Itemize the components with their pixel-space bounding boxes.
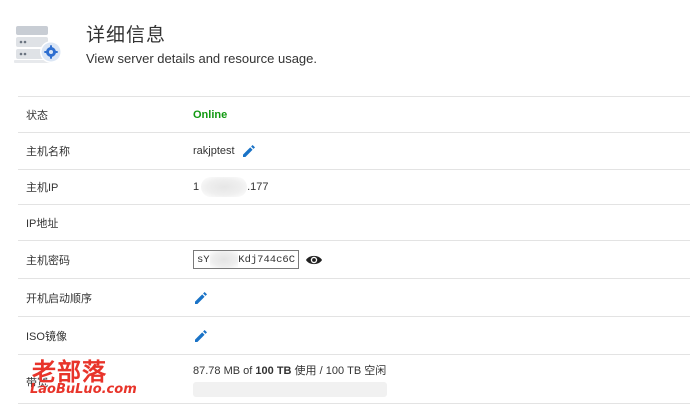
server-icon [14, 26, 62, 63]
edit-iso-pencil-icon[interactable] [193, 328, 209, 344]
status-badge: Online [193, 108, 228, 121]
password-redacted [209, 251, 239, 268]
hostname-value: rakjptest [193, 145, 235, 157]
bandwidth-usage-text: 87.78 MB of 100 TB 使用 / 100 TB 空闲 [193, 362, 387, 378]
show-password-eye-icon[interactable] [305, 254, 323, 266]
password-suffix: Kdj744c6C [238, 253, 295, 266]
host-ip-suffix: .177 [247, 181, 269, 193]
boot-order-label: 开机启动顺序 [26, 292, 92, 305]
hostname-label: 主机名称 [26, 146, 70, 158]
host-ip-redacted [201, 177, 248, 197]
page-subtitle: View server details and resource usage. [86, 51, 317, 66]
bandwidth-progress-bar [193, 381, 387, 397]
ip-address-label: IP地址 [26, 217, 59, 230]
row-bandwidth: 带宽 87.78 MB of 100 TB 使用 / 100 TB 空闲 [18, 355, 690, 404]
row-boot-order: 开机启动顺序 [18, 279, 690, 317]
row-status: 状态 Online [18, 97, 690, 133]
row-hostname: 主机名称 rakjptest [18, 133, 690, 170]
bandwidth-of: of [243, 364, 253, 377]
bandwidth-free: 100 TB [325, 364, 362, 377]
edit-boot-order-pencil-icon[interactable] [193, 290, 209, 306]
password-label: 主机密码 [26, 254, 70, 267]
host-ip-label: 主机IP [26, 182, 59, 194]
bandwidth-free-word: 空闲 [364, 364, 387, 377]
page-title: 详细信息 [86, 25, 167, 46]
row-password: 主机密码 sY Kdj744c6C [18, 241, 690, 279]
iso-label: ISO镜像 [26, 330, 67, 343]
row-ip-address: IP地址 [18, 205, 690, 241]
bandwidth-used-word: 使用 [294, 364, 317, 377]
edit-hostname-pencil-icon[interactable] [241, 143, 257, 159]
host-ip-prefix: 1 [193, 181, 200, 193]
row-host-ip: 主机IP 1 .177 [18, 170, 690, 205]
password-field[interactable]: sY Kdj744c6C [193, 250, 299, 269]
bandwidth-used: 87.78 MB [193, 364, 241, 377]
bandwidth-sep: / [319, 364, 323, 377]
bandwidth-label: 带宽 [26, 377, 48, 389]
bandwidth-total: 100 TB [255, 364, 292, 377]
page-header: 详细信息 View server details and resource us… [0, 0, 699, 96]
details-table: 状态 Online 主机名称 rakjptest 主机IP 1 .177 IP地… [18, 96, 690, 404]
row-iso: ISO镜像 [18, 317, 690, 355]
gear-icon [40, 41, 62, 63]
status-label: 状态 [26, 109, 48, 122]
password-prefix: sY [197, 253, 210, 266]
